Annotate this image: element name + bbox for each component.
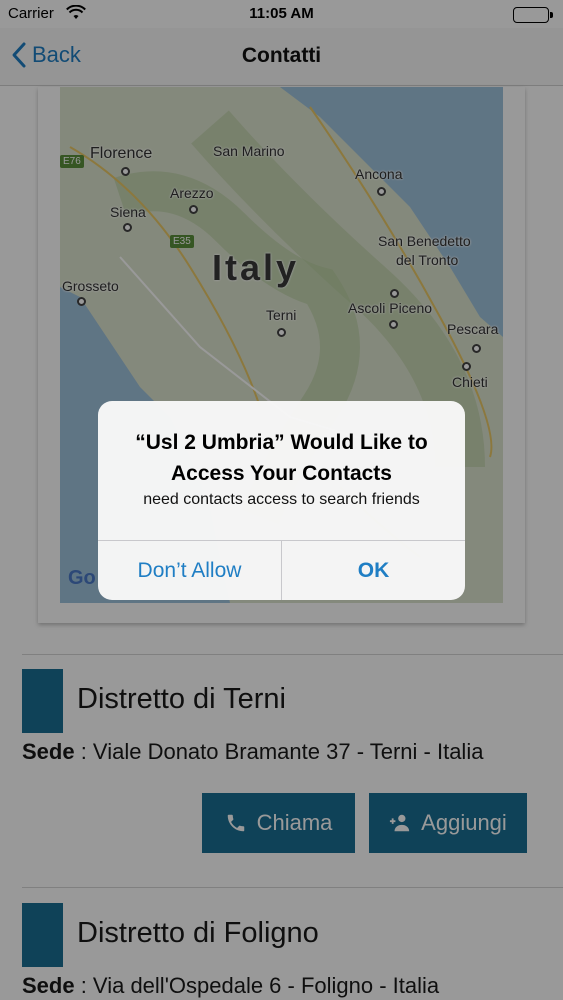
dont-allow-button[interactable]: Don’t Allow [98, 541, 282, 600]
alert-message: need contacts access to search friends [143, 491, 420, 508]
alert-title: “Usl 2 Umbria” Would Like to Access Your… [135, 431, 428, 485]
alert-buttons: Don’t Allow OK [98, 540, 465, 600]
ok-button[interactable]: OK [282, 541, 465, 600]
contacts-permission-alert: “Usl 2 Umbria” Would Like to Access Your… [98, 401, 465, 600]
